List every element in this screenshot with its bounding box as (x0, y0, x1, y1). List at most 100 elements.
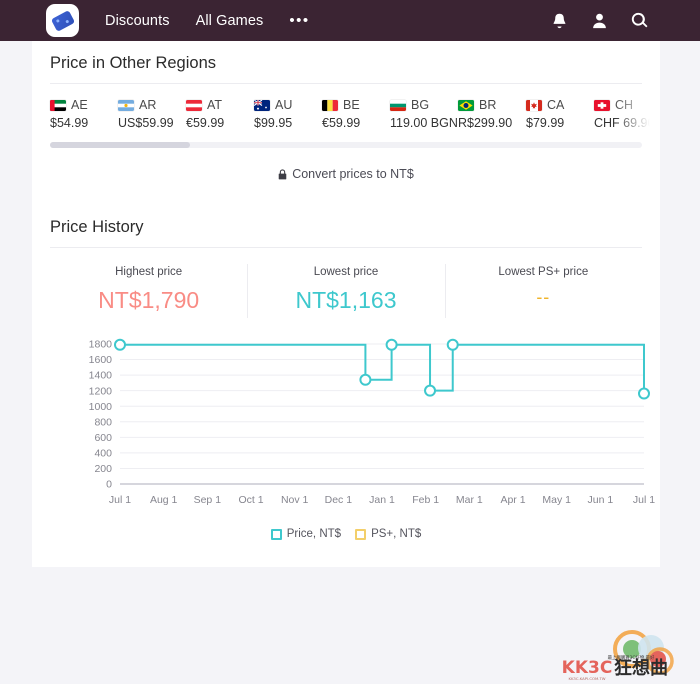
kk3c-watermark: KK3C 狂想曲 最上網購買3C好物.最好 KK3C.KAPI.COM.TW (562, 630, 674, 681)
chart-ytick: 1200 (89, 385, 113, 397)
chart-ytick: 1600 (89, 354, 113, 366)
convert-prices-label: Convert prices to NT$ (292, 167, 414, 181)
stat-value: -- (536, 287, 551, 307)
region-price: $54.99 (50, 116, 89, 130)
playstation-deals-logo-icon (46, 4, 79, 37)
nav-more-icon[interactable]: ••• (289, 13, 309, 28)
regions-flag-row: AE $54.99 AR US$59.99 AT €59.99 AU $99.95 BE €59.… (50, 98, 660, 130)
chart-xtick: Sep 1 (194, 494, 222, 506)
legend-item-price[interactable]: Price, NT$ (270, 528, 342, 540)
price-line-series (120, 343, 645, 394)
search-icon[interactable] (631, 12, 648, 29)
site-logo[interactable] (46, 4, 79, 37)
chart-xtick: Nov 1 (281, 494, 309, 506)
chart-ytick: 400 (94, 447, 112, 459)
top-navigation-bar: Discounts All Games ••• (0, 0, 700, 41)
region-code: CA (547, 98, 565, 112)
chart-xtick: Mar 1 (456, 494, 483, 506)
nav-links: Discounts All Games ••• (105, 13, 310, 29)
chart-xtick: Jul 1 (633, 494, 655, 506)
legend-label: Price, NT$ (286, 528, 342, 540)
nav-link-all-games[interactable]: All Games (196, 13, 264, 29)
region-code: BG (411, 98, 430, 112)
chart-ytick: 600 (94, 432, 112, 444)
nav-action-icons (551, 0, 648, 41)
flag-ch-icon (594, 99, 610, 111)
region-code: CH (615, 98, 634, 112)
region-item-be[interactable]: BE €59.99 (322, 98, 390, 130)
region-item-ae[interactable]: AE $54.99 (50, 98, 118, 130)
region-item-at[interactable]: AT €59.99 (186, 98, 254, 130)
chart-xtick: Dec 1 (325, 494, 353, 506)
stat-label: Highest price (115, 266, 183, 278)
chart-legend: Price, NT$ PS+, NT$ (32, 528, 660, 540)
regions-scrollbar-track[interactable] (50, 142, 642, 148)
region-item-ar[interactable]: AR US$59.99 (118, 98, 186, 130)
region-item-ch[interactable]: CH CHF 69.90 (594, 98, 660, 130)
legend-label: PS+, NT$ (371, 528, 422, 540)
region-price: R$299.90 (458, 116, 513, 130)
convert-prices-button[interactable]: Convert prices to NT$ (32, 148, 660, 205)
nav-link-discounts[interactable]: Discounts (105, 13, 170, 29)
flag-br-icon (458, 99, 474, 111)
regions-section-title: Price in Other Regions (50, 54, 216, 72)
region-code: BE (343, 98, 360, 112)
stat-value: NT$1,790 (98, 287, 200, 313)
bell-icon[interactable] (551, 12, 568, 29)
region-item-ca[interactable]: CA $79.99 (526, 98, 594, 130)
region-code: AT (207, 98, 223, 112)
price-stats-row: Highest price NT$1,790 Lowest price NT$1,16… (32, 248, 660, 328)
price-data-point[interactable] (359, 373, 372, 386)
region-price: US$59.99 (118, 116, 174, 130)
region-code: AU (275, 98, 293, 112)
region-item-bg[interactable]: BG 119.00 BGN (390, 98, 458, 130)
lock-icon (278, 168, 287, 179)
flag-ar-icon (118, 99, 134, 111)
price-data-point[interactable] (424, 384, 437, 397)
flag-ca-icon (526, 99, 542, 111)
user-icon[interactable] (591, 12, 608, 29)
chart-xtick: Feb 1 (412, 494, 439, 506)
chart-ytick: 800 (94, 416, 112, 428)
region-price: 119.00 BGN (390, 116, 458, 130)
stat-lowest-psplus: Lowest PS+ price -- (444, 254, 642, 328)
chart-ytick: 1000 (89, 401, 113, 413)
chart-xtick: Aug 1 (150, 494, 178, 506)
flag-at-icon (186, 99, 202, 111)
history-section-title: Price History (50, 218, 144, 236)
price-data-point[interactable] (114, 338, 126, 351)
region-item-au[interactable]: AU $99.95 (254, 98, 322, 130)
content-card: Price in Other Regions AE $54.99 AR US$59.9… (32, 41, 674, 681)
flag-be-icon (322, 99, 338, 111)
price-history-chart: 0 200 400 600 800 1000 1200 1400 1600 1800 Jul 1 Au… (32, 332, 674, 681)
legend-item-psplus[interactable]: PS+, NT$ (355, 528, 421, 540)
chart-xtick: May 1 (542, 494, 571, 506)
price-data-point[interactable] (446, 338, 459, 351)
region-price: $79.99 (526, 116, 565, 130)
stat-label: Lowest PS+ price (498, 266, 589, 278)
watermark-tag-bottom: KK3C.KAPI.COM.TW (568, 676, 605, 681)
chart-ytick: 1800 (89, 339, 113, 351)
chart-xtick: Jul 1 (109, 494, 131, 506)
price-data-point[interactable] (385, 338, 398, 351)
region-item-br[interactable]: BR R$299.90 (458, 98, 526, 130)
region-code: AE (71, 98, 88, 112)
stat-highest: Highest price NT$1,790 (50, 254, 247, 328)
flag-au-icon (254, 99, 270, 111)
regions-flag-scroller[interactable]: AE $54.99 AR US$59.99 AT €59.99 AU $99.95 BE €59.… (32, 84, 660, 130)
stat-label: Lowest price (313, 266, 379, 278)
region-price: $99.95 (254, 116, 293, 130)
watermark-brand: KK3C (562, 658, 613, 678)
flag-ae-icon (50, 99, 66, 111)
chart-ytick: 200 (94, 463, 112, 475)
chart-xtick: Oct 1 (238, 494, 263, 506)
chart-ytick: 0 (106, 479, 112, 491)
regions-scrollbar-thumb[interactable] (50, 142, 190, 148)
price-data-point[interactable] (638, 387, 650, 400)
region-code: BR (479, 98, 497, 112)
price-history-chart-svg: 0 200 400 600 800 1000 1200 1400 1600 1800 Jul 1 Au… (89, 338, 656, 506)
region-price: €59.99 (186, 116, 225, 130)
watermark-brand-cn: 狂想曲 (614, 657, 668, 679)
legend-swatch (355, 528, 367, 540)
region-price: CHF 69.90 (594, 116, 655, 130)
